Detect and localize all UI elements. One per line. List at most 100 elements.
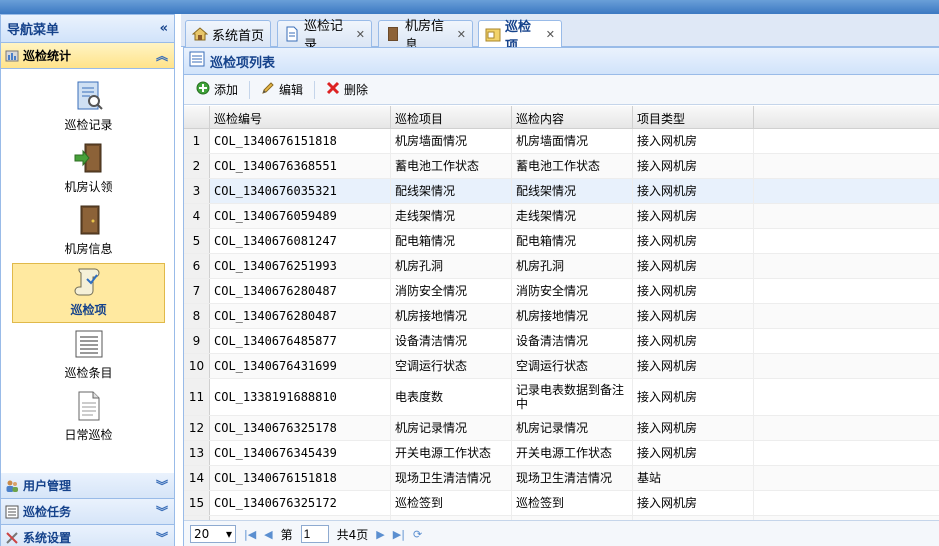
cell-code: COL_1340676431699 [210, 354, 391, 378]
row-number: 3 [184, 179, 210, 203]
cell-code: COL_1340676151818 [210, 466, 391, 490]
row-number: 11 [184, 379, 210, 415]
tab-inspection-record[interactable]: 巡检记录 ✕ [277, 19, 372, 53]
inspection-item-icon [73, 265, 105, 297]
tab-room-info[interactable]: 机房信息 ✕ [378, 19, 473, 53]
cell-type: 接入网机房 [633, 354, 754, 378]
last-page-icon[interactable]: ▶| [393, 528, 405, 541]
cell-item: 设备清洁情况 [391, 329, 512, 353]
cell-type: 接入网机房 [633, 204, 754, 228]
page-size-select[interactable]: 20 ▾ [190, 525, 236, 543]
row-number: 6 [184, 254, 210, 278]
cell-item: 电表度数 [391, 379, 512, 415]
nav-item-inspection-entry[interactable]: 巡检条目 [12, 325, 165, 385]
cell-content: 记录电表数据到备注中 [512, 379, 633, 415]
table-row[interactable]: 4 COL_1340676059489 走线架情况 走线架情况 接入网机房 [184, 204, 939, 229]
inspection-item-tab-icon [485, 27, 501, 43]
row-number: 13 [184, 441, 210, 465]
nav-item-inspection-record[interactable]: 巡检记录 [12, 77, 165, 137]
table-row[interactable]: 1 COL_1340676151818 机房墙面情况 机房墙面情况 接入网机房 [184, 129, 939, 154]
table-row[interactable]: 13 COL_1340676345439 开关电源工作状态 开关电源工作状态 接入网机房 [184, 441, 939, 466]
nav-item-room-claim[interactable]: 机房认领 [12, 139, 165, 199]
cell-item: 现场卫生清洁情况 [391, 466, 512, 490]
add-button[interactable]: 添加 [190, 78, 244, 101]
cell-code: COL_1340676280487 [210, 304, 391, 328]
nav-item-room-info[interactable]: 机房信息 [12, 201, 165, 261]
home-icon [191, 26, 209, 42]
edit-button[interactable]: 编辑 [255, 78, 309, 101]
cell-item: 机房记录情况 [391, 416, 512, 440]
table-row[interactable]: 5 COL_1340676081247 配电箱情况 配电箱情况 接入网机房 [184, 229, 939, 254]
table-row[interactable]: 14 COL_1340676151818 现场卫生清洁情况 现场卫生清洁情况 基站 [184, 466, 939, 491]
chevron-down-icon[interactable]: ︾ [156, 529, 170, 546]
table-row[interactable]: 9 COL_1340676485877 设备清洁情况 设备清洁情况 接入网机房 [184, 329, 939, 354]
table-row[interactable]: 10 COL_1340676431699 空调运行状态 空调运行状态 接入网机房 [184, 354, 939, 379]
table-row[interactable]: 6 COL_1340676251993 机房孔洞 机房孔洞 接入网机房 [184, 254, 939, 279]
table-row[interactable]: 7 COL_1340676280487 消防安全情况 消防安全情况 接入网机房 [184, 279, 939, 304]
delete-icon [326, 81, 340, 98]
table-row[interactable]: 12 COL_1340676325178 机房记录情况 机房记录情况 接入网机房 [184, 416, 939, 441]
column-header-type[interactable]: 项目类型 [633, 106, 754, 128]
nav-item-label: 巡检项 [70, 303, 107, 317]
collapse-left-icon[interactable]: « [160, 21, 168, 36]
cell-item: 空调运行状态 [391, 354, 512, 378]
cell-type: 接入网机房 [633, 379, 754, 415]
section-label: 用户管理 [23, 479, 72, 493]
first-page-icon[interactable]: |◀ [244, 528, 256, 541]
cell-content: 配线架情况 [512, 179, 633, 203]
table-row[interactable]: 15 COL_1340676325172 巡检签到 巡检签到 接入网机房 [184, 491, 939, 516]
chevron-down-icon: ▾ [225, 527, 232, 541]
row-number: 7 [184, 279, 210, 303]
close-icon[interactable]: ✕ [546, 28, 555, 41]
cell-item: 蓄电池工作状态 [391, 154, 512, 178]
section-label: 系统设置 [23, 531, 72, 545]
table-row[interactable]: 8 COL_1340676280487 机房接地情况 机房接地情况 接入网机房 [184, 304, 939, 329]
add-icon [196, 81, 210, 98]
page-number-input[interactable] [300, 525, 329, 543]
prev-page-icon[interactable]: ◀ [264, 528, 272, 541]
cell-content: 现场卫生清洁情况 [512, 466, 633, 490]
tab-home[interactable]: 系统首页 [185, 20, 271, 47]
cell-code: COL_1340676345439 [210, 441, 391, 465]
door-icon [385, 26, 401, 42]
chevron-down-icon[interactable]: ︾ [156, 503, 170, 520]
table-row[interactable]: 11 COL_1338191688810 电表度数 记录电表数据到备注中 接入网机房 [184, 379, 939, 416]
nav-item-daily-inspection[interactable]: 日常巡检 [12, 387, 165, 447]
column-header-code[interactable]: 巡检编号 [210, 106, 391, 128]
column-header-item[interactable]: 巡检项目 [391, 106, 512, 128]
close-icon[interactable]: ✕ [356, 28, 365, 41]
inspection-item-panel: 巡检项列表 添加 编辑 删除 巡检编号 巡检项目 巡检内容 项目类型 1 COL… [183, 47, 939, 546]
section-inspection-stats[interactable]: 巡检统计 ︽ [1, 43, 174, 69]
cell-type: 接入网机房 [633, 229, 754, 253]
row-number: 5 [184, 229, 210, 253]
document-icon [284, 26, 300, 42]
delete-button[interactable]: 删除 [320, 78, 374, 101]
section-user-management[interactable]: 用户管理 ︾ [1, 473, 174, 499]
section-system-settings[interactable]: 系统设置 ︾ [1, 525, 174, 546]
row-number: 8 [184, 304, 210, 328]
refresh-icon[interactable]: ⟳ [413, 528, 422, 541]
nav-item-label: 机房认领 [64, 180, 113, 194]
cell-item: 机房墙面情况 [391, 129, 512, 153]
nav-title: 导航菜单 [7, 23, 60, 38]
nav-item-label: 巡检记录 [64, 118, 113, 132]
cell-code: COL_1340676325172 [210, 491, 391, 515]
table-row[interactable]: 2 COL_1340676368551 蓄电池工作状态 蓄电池工作状态 接入网机房 [184, 154, 939, 179]
cell-item: 开关电源工作状态 [391, 441, 512, 465]
chevron-up-icon[interactable]: ︽ [156, 47, 170, 64]
grid-header: 巡检编号 巡检项目 巡检内容 项目类型 [184, 106, 939, 129]
nav-item-inspection-item[interactable]: 巡检项 [12, 263, 165, 323]
pencil-icon [261, 81, 275, 98]
cell-content: 机房接地情况 [512, 304, 633, 328]
cell-content: 机房孔洞 [512, 254, 633, 278]
panel-title-bar: 巡检项列表 [184, 48, 939, 75]
chevron-down-icon[interactable]: ︾ [156, 477, 170, 494]
close-icon[interactable]: ✕ [457, 28, 466, 41]
cell-content: 配电箱情况 [512, 229, 633, 253]
tab-inspection-item[interactable]: 巡检项 ✕ [478, 20, 562, 54]
section-inspection-tasks[interactable]: 巡检任务 ︾ [1, 499, 174, 525]
column-header-content[interactable]: 巡检内容 [512, 106, 633, 128]
next-page-icon[interactable]: ▶ [376, 528, 384, 541]
toolbar: 添加 编辑 删除 [184, 75, 939, 105]
table-row[interactable]: 3 COL_1340676035321 配线架情况 配线架情况 接入网机房 [184, 179, 939, 204]
